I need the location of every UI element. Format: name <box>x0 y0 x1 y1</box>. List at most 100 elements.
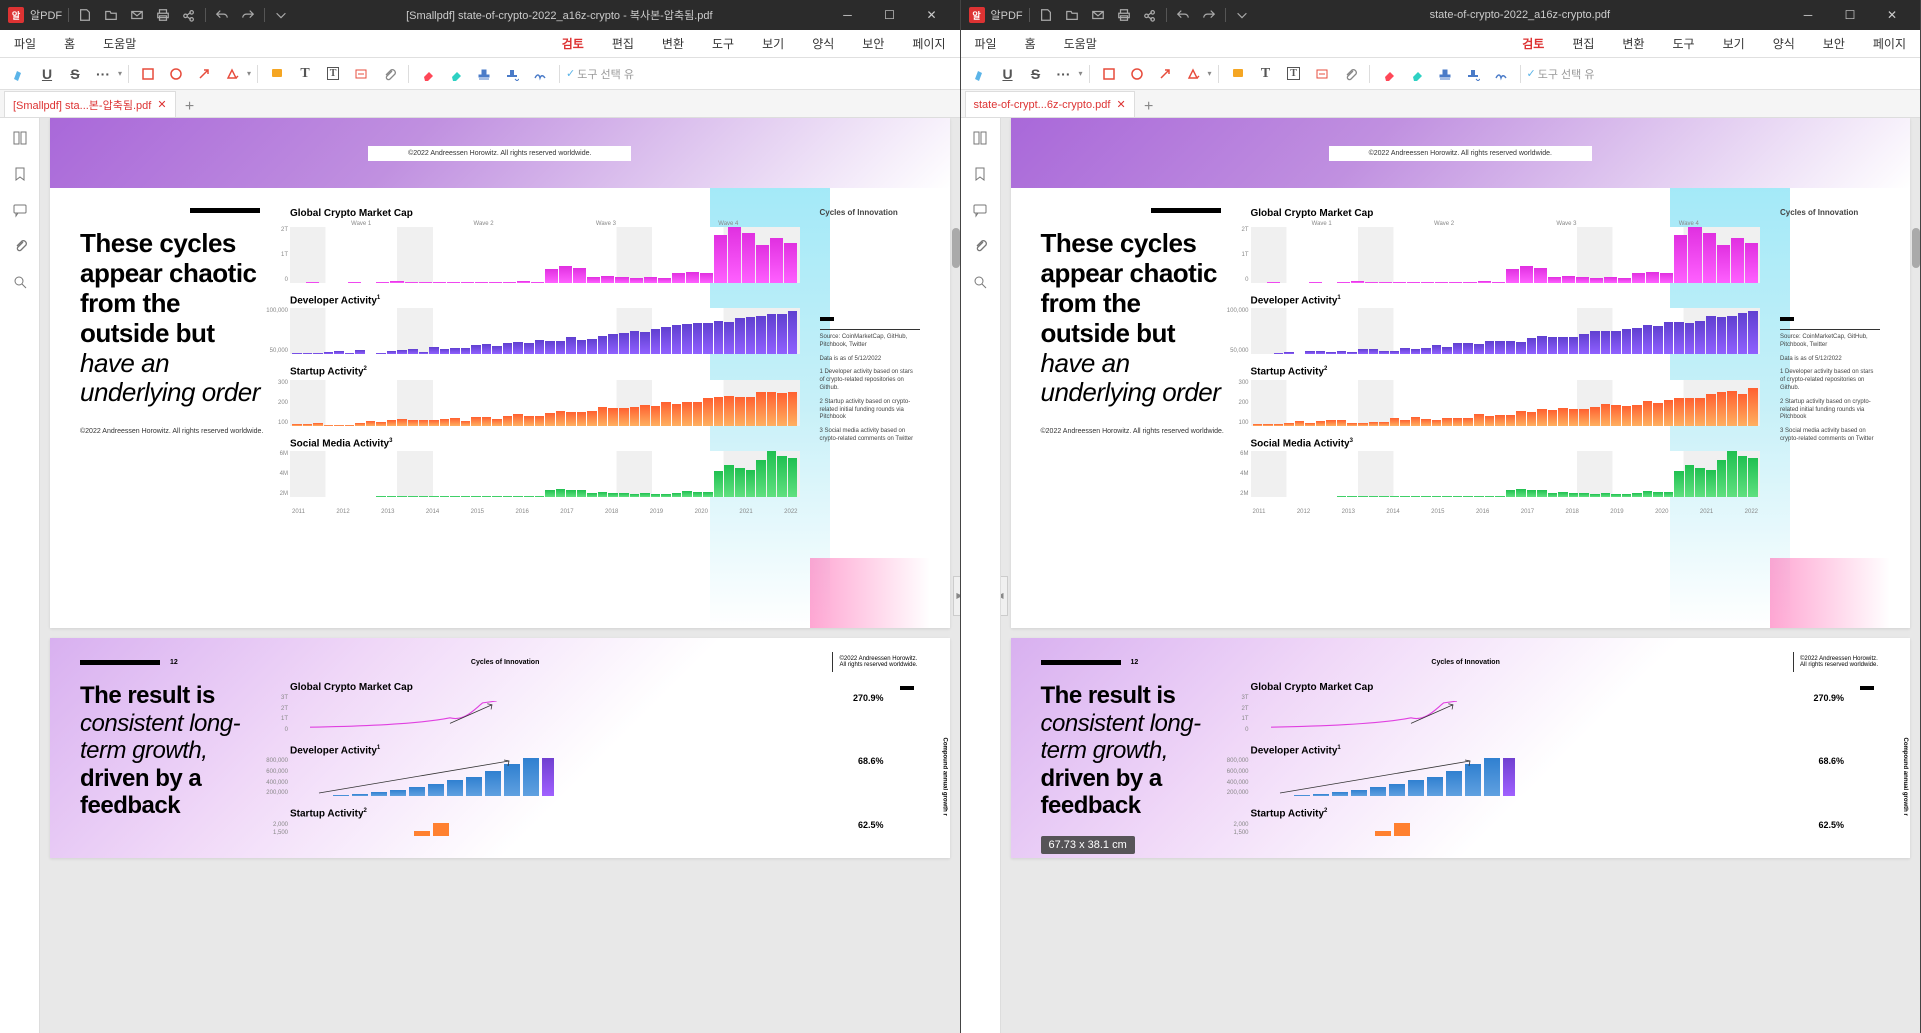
maximize-button[interactable]: ☐ <box>870 1 910 29</box>
menu-편집[interactable]: 편집 <box>608 33 638 54</box>
menu-파일[interactable]: 파일 <box>971 33 1001 54</box>
page-viewport[interactable]: ©2022 Andreessen Horowitz. All rights re… <box>40 118 960 1033</box>
stamp-tool[interactable] <box>471 61 497 87</box>
arrow-tool[interactable] <box>1152 61 1178 87</box>
bookmarks-icon[interactable] <box>8 162 32 186</box>
attach-tool[interactable] <box>376 61 402 87</box>
menu-홈[interactable]: 홈 <box>60 33 79 54</box>
menu-도구[interactable]: 도구 <box>1669 33 1699 54</box>
sign-tool[interactable] <box>527 61 553 87</box>
eraser-red[interactable] <box>1376 61 1402 87</box>
menu-보기[interactable]: 보기 <box>1719 33 1749 54</box>
share-icon[interactable] <box>179 5 199 25</box>
eraser-teal[interactable] <box>1404 61 1430 87</box>
menu-보안[interactable]: 보안 <box>1819 33 1849 54</box>
open-folder-icon[interactable] <box>1062 5 1082 25</box>
menu-페이지[interactable]: 페이지 <box>908 33 949 54</box>
sign-tool[interactable] <box>1488 61 1514 87</box>
text-tool[interactable]: T <box>1253 61 1279 87</box>
menu-편집[interactable]: 편집 <box>1568 33 1598 54</box>
stamp-dropdown[interactable] <box>1460 61 1486 87</box>
strikethrough-tool[interactable]: S <box>62 61 88 87</box>
comments-icon[interactable] <box>968 198 992 222</box>
arrow-tool[interactable] <box>191 61 217 87</box>
circle-tool[interactable] <box>163 61 189 87</box>
print-icon[interactable] <box>153 5 173 25</box>
highlight-tool[interactable] <box>967 61 993 87</box>
dropdown-icon[interactable] <box>271 5 291 25</box>
redo-icon[interactable] <box>1199 5 1219 25</box>
tab-close-icon[interactable]: ✕ <box>1116 98 1125 111</box>
mail-icon[interactable] <box>1088 5 1108 25</box>
polygon-tool[interactable] <box>1180 61 1206 87</box>
thumbnails-icon[interactable] <box>968 126 992 150</box>
attachments-icon[interactable] <box>8 234 32 258</box>
splitter-handle[interactable]: ◀ <box>1001 576 1008 616</box>
menu-변환[interactable]: 변환 <box>1618 33 1648 54</box>
eraser-red[interactable] <box>415 61 441 87</box>
rectangle-tool[interactable] <box>135 61 161 87</box>
splitter-handle[interactable]: ▶ <box>953 576 960 616</box>
doc-tab[interactable]: [Smallpdf] sta...본-압축됨.pdf✕ <box>4 91 176 117</box>
attachments-icon[interactable] <box>968 234 992 258</box>
eraser-teal[interactable] <box>443 61 469 87</box>
menu-파일[interactable]: 파일 <box>10 33 40 54</box>
circle-tool[interactable] <box>1124 61 1150 87</box>
scrollbar-thumb[interactable] <box>1912 228 1920 268</box>
redo-icon[interactable] <box>238 5 258 25</box>
text-tool[interactable]: T <box>292 61 318 87</box>
menu-도구[interactable]: 도구 <box>708 33 738 54</box>
close-button[interactable]: ✕ <box>912 1 952 29</box>
rectangle-tool[interactable] <box>1096 61 1122 87</box>
note-tool[interactable] <box>264 61 290 87</box>
menu-보안[interactable]: 보안 <box>858 33 888 54</box>
attach-tool[interactable] <box>1337 61 1363 87</box>
doc-tab[interactable]: state-of-crypt...6z-crypto.pdf✕ <box>965 91 1135 117</box>
open-folder-icon[interactable] <box>101 5 121 25</box>
share-icon[interactable] <box>1140 5 1160 25</box>
tab-add-button[interactable]: + <box>180 97 200 117</box>
more-tool[interactable]: ··· <box>90 61 116 87</box>
link-tool[interactable] <box>348 61 374 87</box>
maximize-button[interactable]: ☐ <box>1830 1 1870 29</box>
menu-페이지[interactable]: 페이지 <box>1869 33 1910 54</box>
print-icon[interactable] <box>1114 5 1134 25</box>
dropdown-icon[interactable] <box>1232 5 1252 25</box>
more-tool[interactable]: ··· <box>1051 61 1077 87</box>
underline-tool[interactable]: U <box>34 61 60 87</box>
undo-icon[interactable] <box>212 5 232 25</box>
menu-변환[interactable]: 변환 <box>658 33 688 54</box>
strikethrough-tool[interactable]: S <box>1023 61 1049 87</box>
stamp-dropdown[interactable] <box>499 61 525 87</box>
minimize-button[interactable]: ─ <box>1788 1 1828 29</box>
new-file-icon[interactable] <box>75 5 95 25</box>
underline-tool[interactable]: U <box>995 61 1021 87</box>
polygon-tool[interactable] <box>219 61 245 87</box>
note-tool[interactable] <box>1225 61 1251 87</box>
tab-close-icon[interactable]: ✕ <box>157 98 166 111</box>
menu-양식[interactable]: 양식 <box>808 33 838 54</box>
menu-검토[interactable]: 검토 <box>1518 33 1548 54</box>
search-icon[interactable] <box>8 270 32 294</box>
textbox-tool[interactable]: T <box>1281 61 1307 87</box>
stamp-tool[interactable] <box>1432 61 1458 87</box>
tool-select-label[interactable]: ✓ 도구 선택 유 <box>1527 66 1595 82</box>
undo-icon[interactable] <box>1173 5 1193 25</box>
menu-보기[interactable]: 보기 <box>758 33 788 54</box>
comments-icon[interactable] <box>8 198 32 222</box>
new-file-icon[interactable] <box>1036 5 1056 25</box>
menu-도움말[interactable]: 도움말 <box>1060 33 1101 54</box>
minimize-button[interactable]: ─ <box>828 1 868 29</box>
search-icon[interactable] <box>968 270 992 294</box>
page-viewport[interactable]: ©2022 Andreessen Horowitz. All rights re… <box>1001 118 1921 1033</box>
close-button[interactable]: ✕ <box>1872 1 1912 29</box>
scrollbar-thumb[interactable] <box>952 228 960 268</box>
thumbnails-icon[interactable] <box>8 126 32 150</box>
textbox-tool[interactable]: T <box>320 61 346 87</box>
link-tool[interactable] <box>1309 61 1335 87</box>
menu-도움말[interactable]: 도움말 <box>99 33 140 54</box>
highlight-tool[interactable] <box>6 61 32 87</box>
bookmarks-icon[interactable] <box>968 162 992 186</box>
mail-icon[interactable] <box>127 5 147 25</box>
tool-select-label[interactable]: ✓ 도구 선택 유 <box>566 66 634 82</box>
